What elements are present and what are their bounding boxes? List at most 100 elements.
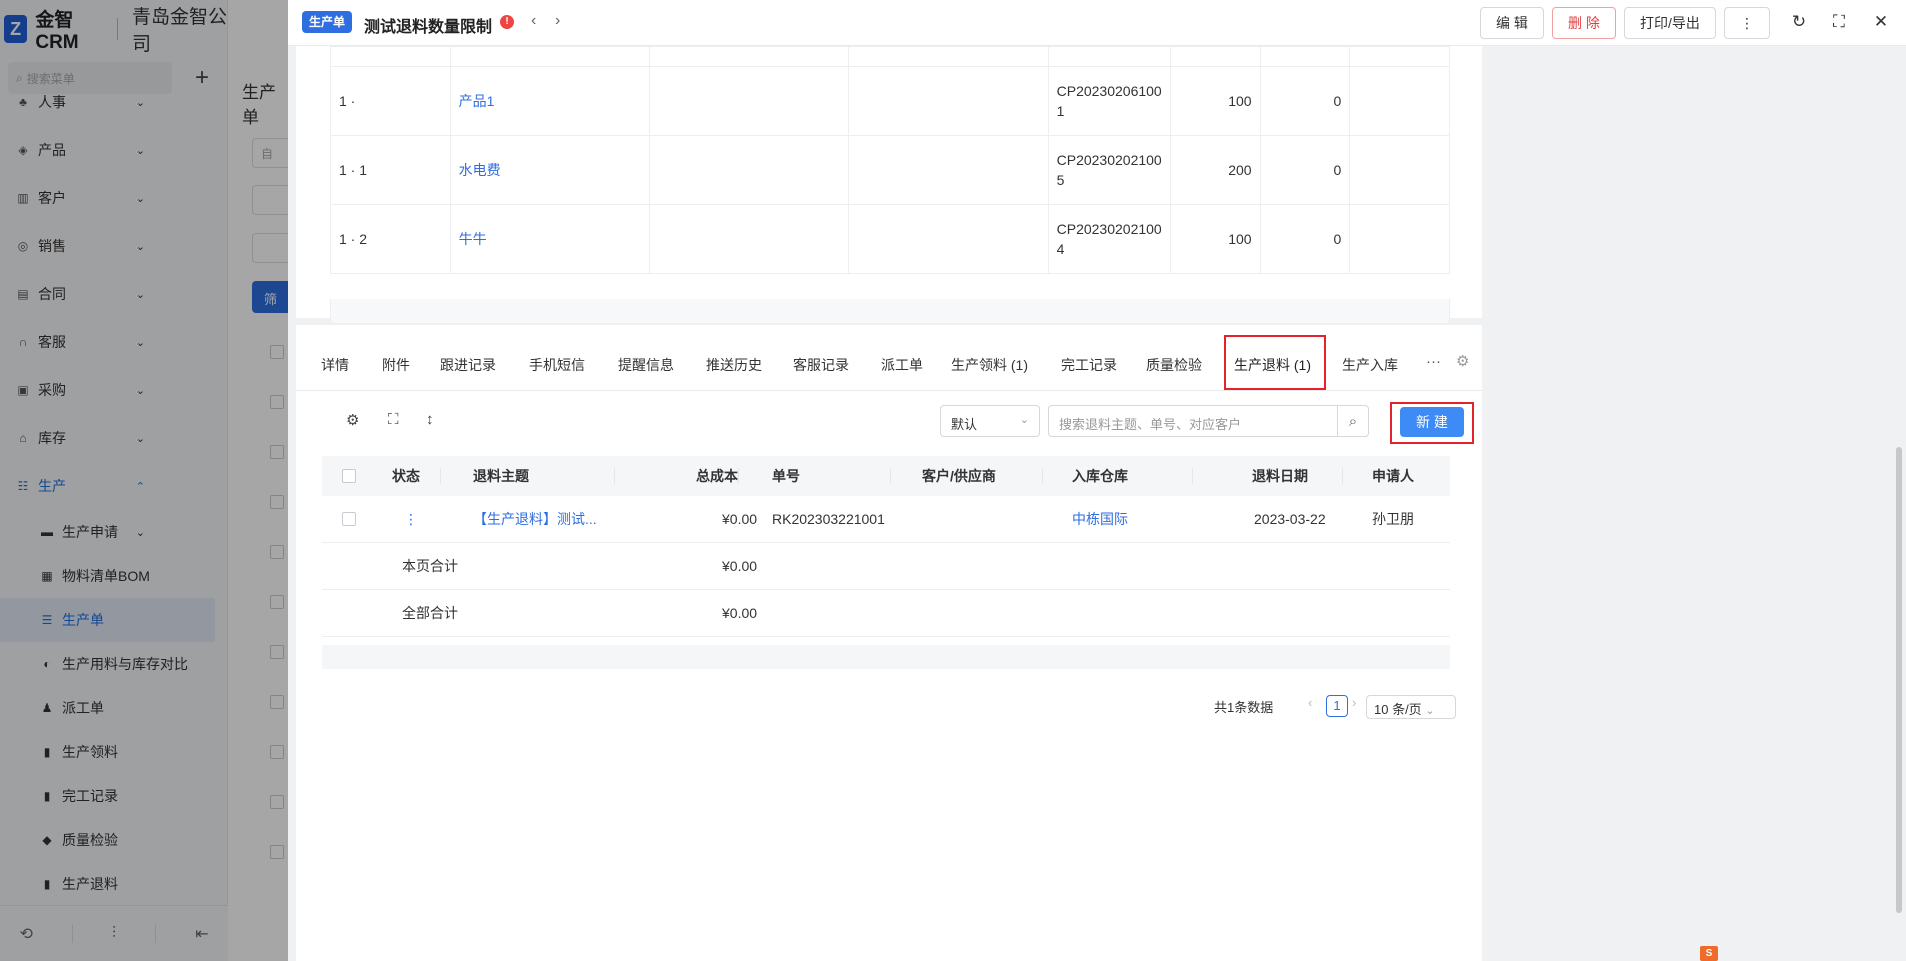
search-icon: ⌕ <box>1348 412 1358 430</box>
table-row: 1 · 2 牛牛 CP20230202100 4 100 0 <box>330 204 1450 274</box>
delete-label: 删 除 <box>1568 15 1600 31</box>
page-number-current[interactable]: 1 <box>1326 695 1348 717</box>
table-row[interactable]: ⋮ 【生产退料】测试... ¥0.00 RK202303221001 中栋国际 … <box>322 496 1450 543</box>
col-warehouse[interactable]: 入库仓库 <box>1072 456 1128 496</box>
product-link[interactable]: 产品1 <box>449 66 651 136</box>
doc-type-tag: 生产单 <box>302 11 353 33</box>
tab-picking[interactable]: 生产领料 (1) <box>951 355 1028 375</box>
table-cell <box>1349 46 1450 67</box>
chevron-left-icon[interactable]: ‹ <box>531 12 536 30</box>
detail-drawer: 生产单 测试退料数量限制 ! ‹ › 编 辑 删 除 打印/导出 ⋮ ↻ ⛶ ✕ <box>288 0 1906 961</box>
more-tabs-icon[interactable]: ··· <box>1426 353 1441 370</box>
refresh-icon[interactable]: ↻ <box>1788 12 1810 32</box>
print-export-button[interactable]: 打印/导出 <box>1624 7 1716 39</box>
prev-page-icon[interactable]: ‹ <box>1308 695 1312 710</box>
quantity: 100 <box>1169 66 1261 136</box>
tab-service-records[interactable]: 客服记录 <box>793 355 849 375</box>
close-icon[interactable]: ✕ <box>1870 12 1892 32</box>
tab-completion[interactable]: 完工记录 <box>1061 355 1117 375</box>
row-actions-icon[interactable]: ⋮ <box>404 496 418 542</box>
page-total-row: 本页合计 ¥0.00 <box>322 543 1450 590</box>
search-button[interactable]: ⌕ <box>1337 405 1369 437</box>
record-search-input[interactable]: 搜索退料主题、单号、对应客户 <box>1048 405 1338 437</box>
sogou-ime-icon[interactable]: S <box>1700 946 1718 961</box>
scrollbar[interactable] <box>1896 447 1902 913</box>
col-status[interactable]: 状态 <box>392 456 420 496</box>
tab-sms[interactable]: 手机短信 <box>529 355 585 375</box>
tab-reminders[interactable]: 提醒信息 <box>618 355 674 375</box>
view-select-value: 默认 <box>951 417 978 432</box>
more-label: ⋮ <box>1740 14 1754 31</box>
gear-icon[interactable]: ⚙ <box>1456 352 1469 370</box>
column-divider <box>1042 468 1043 484</box>
warehouse-link[interactable]: 中栋国际 <box>1072 496 1128 542</box>
col-number[interactable]: 单号 <box>772 456 800 496</box>
tab-dispatch[interactable]: 派工单 <box>881 355 923 375</box>
column-divider <box>890 468 891 484</box>
code-part: CP20230202100 <box>1056 221 1162 237</box>
doc-title: 测试退料数量限制 <box>364 19 493 36</box>
fullscreen-icon[interactable]: ⛶ <box>1828 12 1850 32</box>
number-value: RK202303221001 <box>772 511 885 527</box>
row-height-icon[interactable]: ↕ <box>426 411 434 428</box>
quantity: 200 <box>1169 135 1261 205</box>
column-settings-icon[interactable]: ⚙ <box>346 411 359 429</box>
product-link[interactable]: 水电费 <box>449 135 651 205</box>
all-total-label: 全部合计 <box>402 605 458 621</box>
done-quantity: 0 <box>1259 204 1351 274</box>
chevron-right-icon[interactable]: › <box>555 12 560 30</box>
row-checkbox[interactable] <box>342 512 356 526</box>
more-actions-button[interactable]: ⋮ <box>1724 7 1770 39</box>
page-size-select[interactable]: 10 条/页 ⌄ <box>1366 695 1456 719</box>
code-part: 4 <box>1056 241 1065 257</box>
col-cost[interactable]: 总成本 <box>696 456 738 496</box>
tab-push-history[interactable]: 推送历史 <box>706 355 762 375</box>
tab-stock-in[interactable]: 生产入库 <box>1342 355 1398 375</box>
warning-icon: ! <box>500 15 514 29</box>
tab-detail[interactable]: 详情 <box>321 355 349 375</box>
delete-button[interactable]: 删 除 <box>1552 7 1616 39</box>
chevron-down-icon: ⌄ <box>1425 705 1435 717</box>
view-select[interactable]: 默认 ⌄ <box>940 405 1040 437</box>
cost-value: ¥0.00 <box>722 511 758 527</box>
table-row <box>330 46 1450 67</box>
tab-attachments[interactable]: 附件 <box>382 355 410 375</box>
record-search-placeholder: 搜索退料主题、单号、对应客户 <box>1059 417 1242 432</box>
table-cell <box>1349 66 1450 136</box>
table-cell <box>1349 204 1450 274</box>
subject-link[interactable]: 【生产退料】测试... <box>473 496 597 542</box>
applicant-value: 孙卫朋 <box>1372 511 1414 527</box>
table-scroll-footer[interactable] <box>330 299 1450 324</box>
table-cell <box>1047 46 1171 67</box>
tab-quality[interactable]: 质量检验 <box>1146 355 1202 375</box>
page-size-value: 10 条/页 <box>1374 702 1422 717</box>
drawer-header: 生产单 测试退料数量限制 ! ‹ › 编 辑 删 除 打印/导出 ⋮ ↻ ⛶ ✕ <box>288 0 1906 46</box>
table-cell <box>1259 46 1351 67</box>
next-page-icon[interactable]: › <box>1352 695 1356 710</box>
column-divider <box>1342 468 1343 484</box>
return-records-table: 状态 退料主题 总成本 单号 客户/供应商 入库仓库 退料日期 申请人 ⋮ 【生… <box>322 456 1450 669</box>
col-date[interactable]: 退料日期 <box>1252 456 1308 496</box>
table-row: 1 · 产品1 CP20230206100 1 100 0 <box>330 66 1450 136</box>
select-all-checkbox[interactable] <box>342 469 356 483</box>
col-partner[interactable]: 客户/供应商 <box>922 456 996 496</box>
table-scroll-footer[interactable] <box>322 645 1450 669</box>
tab-highlight-box <box>1224 335 1326 390</box>
new-button[interactable]: 新 建 <box>1400 407 1464 437</box>
all-total-value: ¥0.00 <box>722 605 758 621</box>
fullscreen-icon[interactable]: ⛶ <box>388 411 399 428</box>
column-divider <box>738 468 739 484</box>
tab-follow-up[interactable]: 跟进记录 <box>440 355 496 375</box>
modal-overlay[interactable] <box>0 0 288 961</box>
product-code: CP20230202100 5 <box>1047 135 1171 205</box>
col-applicant[interactable]: 申请人 <box>1372 456 1414 496</box>
col-subject[interactable]: 退料主题 <box>473 456 529 496</box>
table-cell <box>1169 46 1261 67</box>
select-all-cell <box>342 456 356 496</box>
chevron-down-icon: ⌄ <box>1019 414 1029 426</box>
product-link[interactable]: 牛牛 <box>449 204 651 274</box>
code-part: 5 <box>1056 172 1065 188</box>
edit-button[interactable]: 编 辑 <box>1480 7 1544 39</box>
table-cell <box>1349 135 1450 205</box>
tab-bar: 详情 附件 跟进记录 手机短信 提醒信息 推送历史 客服记录 派工单 生产领料 … <box>296 325 1482 391</box>
